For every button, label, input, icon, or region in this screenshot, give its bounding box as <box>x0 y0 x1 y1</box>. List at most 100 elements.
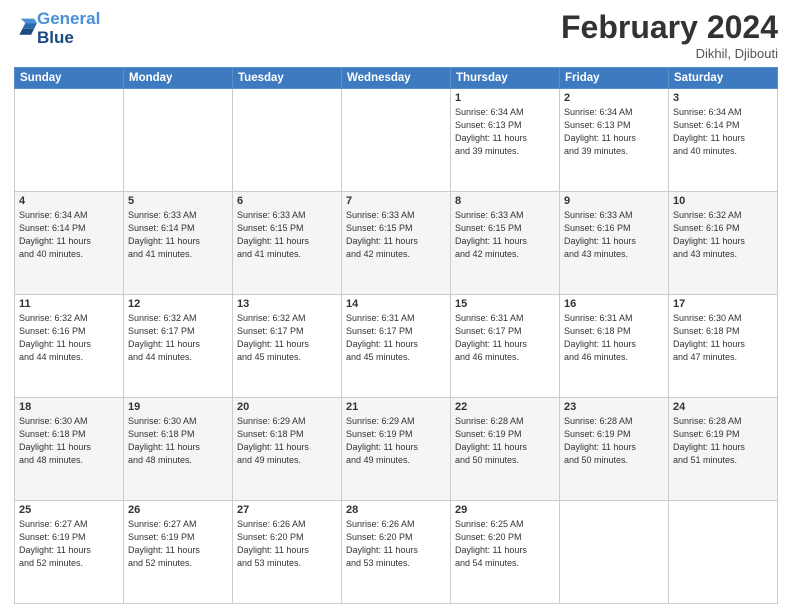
calendar-cell: 3Sunrise: 6:34 AMSunset: 6:14 PMDaylight… <box>669 89 778 192</box>
weekday-header-thursday: Thursday <box>451 68 560 89</box>
day-number: 19 <box>128 401 228 413</box>
day-info: Sunrise: 6:28 AMSunset: 6:19 PMDaylight:… <box>564 415 664 467</box>
calendar-cell: 14 Sunrise: 6:31 AMSunset: 6:17 PMDayligh… <box>342 295 451 398</box>
calendar-cell: 19 Sunrise: 6:30 AMSunset: 6:18 PMDayligh… <box>124 398 233 501</box>
day-info: Sunrise: 6:31 AMSunset: 6:18 PMDaylight:… <box>564 312 664 364</box>
day-info: Sunrise: 6:28 AMSunset: 6:19 PMDaylight:… <box>455 415 555 467</box>
logo-text: GeneralBlue <box>37 10 100 47</box>
day-info: Sunrise: 6:32 AMSunset: 6:17 PMDaylight:… <box>237 312 337 364</box>
day-number: 5 <box>128 195 228 207</box>
calendar-cell: 20 Sunrise: 6:29 AMSunset: 6:18 PMDayligh… <box>233 398 342 501</box>
calendar-cell: 5 Sunrise: 6:33 AMSunset: 6:14 PMDaylight… <box>124 192 233 295</box>
calendar-subtitle: Dikhil, Djibouti <box>561 46 778 61</box>
day-number: 26 <box>128 504 228 516</box>
calendar-cell: 8Sunrise: 6:33 AMSunset: 6:15 PMDaylight… <box>451 192 560 295</box>
day-info: Sunrise: 6:34 AMSunset: 6:13 PMDaylight:… <box>455 106 555 158</box>
day-info: Sunrise: 6:26 AMSunset: 6:20 PMDaylight:… <box>346 518 446 570</box>
calendar-cell: 28 Sunrise: 6:26 AMSunset: 6:20 PMDayligh… <box>342 501 451 604</box>
day-number: 15 <box>455 298 555 310</box>
day-info: Sunrise: 6:32 AMSunset: 6:17 PMDaylight:… <box>128 312 228 364</box>
calendar-cell: 23 Sunrise: 6:28 AMSunset: 6:19 PMDayligh… <box>560 398 669 501</box>
logo: GeneralBlue <box>14 10 100 47</box>
weekday-header-friday: Friday <box>560 68 669 89</box>
day-info: Sunrise: 6:27 AMSunset: 6:19 PMDaylight:… <box>19 518 119 570</box>
calendar-cell: 15 Sunrise: 6:31 AMSunset: 6:17 PMDayligh… <box>451 295 560 398</box>
header: GeneralBlue February 2024 Dikhil, Djibou… <box>14 10 778 61</box>
day-info: Sunrise: 6:30 AMSunset: 6:18 PMDaylight:… <box>673 312 773 364</box>
day-info: Sunrise: 6:31 AMSunset: 6:17 PMDaylight:… <box>346 312 446 364</box>
calendar-cell: 26 Sunrise: 6:27 AMSunset: 6:19 PMDayligh… <box>124 501 233 604</box>
day-number: 7 <box>346 195 446 207</box>
calendar-cell: 7 Sunrise: 6:33 AMSunset: 6:15 PMDaylight… <box>342 192 451 295</box>
day-number: 10 <box>673 195 773 207</box>
logo-icon <box>15 15 37 37</box>
day-number: 23 <box>564 401 664 413</box>
day-info: Sunrise: 6:27 AMSunset: 6:19 PMDaylight:… <box>128 518 228 570</box>
day-info: Sunrise: 6:34 AMSunset: 6:13 PMDaylight:… <box>564 106 664 158</box>
calendar-cell: 21Sunrise: 6:29 AMSunset: 6:19 PMDayligh… <box>342 398 451 501</box>
day-number: 22 <box>455 401 555 413</box>
day-number: 3 <box>673 92 773 104</box>
weekday-header-sunday: Sunday <box>15 68 124 89</box>
day-number: 1 <box>455 92 555 104</box>
day-number: 27 <box>237 504 337 516</box>
calendar-cell: 22 Sunrise: 6:28 AMSunset: 6:19 PMDayligh… <box>451 398 560 501</box>
day-number: 14 <box>346 298 446 310</box>
day-info: Sunrise: 6:25 AMSunset: 6:20 PMDaylight:… <box>455 518 555 570</box>
page: GeneralBlue February 2024 Dikhil, Djibou… <box>0 0 792 612</box>
day-info: Sunrise: 6:28 AMSunset: 6:19 PMDaylight:… <box>673 415 773 467</box>
day-number: 16 <box>564 298 664 310</box>
calendar-cell: 16 Sunrise: 6:31 AMSunset: 6:18 PMDayligh… <box>560 295 669 398</box>
calendar-cell: 11Sunrise: 6:32 AMSunset: 6:16 PMDayligh… <box>15 295 124 398</box>
calendar-cell: 25Sunrise: 6:27 AMSunset: 6:19 PMDayligh… <box>15 501 124 604</box>
calendar-cell: 12 Sunrise: 6:32 AMSunset: 6:17 PMDayligh… <box>124 295 233 398</box>
day-info: Sunrise: 6:29 AMSunset: 6:18 PMDaylight:… <box>237 415 337 467</box>
day-info: Sunrise: 6:33 AMSunset: 6:15 PMDaylight:… <box>346 209 446 261</box>
week-row-3: 11Sunrise: 6:32 AMSunset: 6:16 PMDayligh… <box>15 295 778 398</box>
calendar-cell <box>560 501 669 604</box>
day-info: Sunrise: 6:29 AMSunset: 6:19 PMDaylight:… <box>346 415 446 467</box>
day-number: 9 <box>564 195 664 207</box>
calendar-title: February 2024 <box>561 10 778 45</box>
day-number: 13 <box>237 298 337 310</box>
calendar-cell <box>342 89 451 192</box>
week-row-5: 25Sunrise: 6:27 AMSunset: 6:19 PMDayligh… <box>15 501 778 604</box>
calendar-table: SundayMondayTuesdayWednesdayThursdayFrid… <box>14 67 778 604</box>
day-number: 11 <box>19 298 119 310</box>
calendar-cell <box>124 89 233 192</box>
calendar-cell: 9 Sunrise: 6:33 AMSunset: 6:16 PMDaylight… <box>560 192 669 295</box>
weekday-header-tuesday: Tuesday <box>233 68 342 89</box>
day-number: 24 <box>673 401 773 413</box>
weekday-header-monday: Monday <box>124 68 233 89</box>
calendar-cell: 27 Sunrise: 6:26 AMSunset: 6:20 PMDayligh… <box>233 501 342 604</box>
calendar-cell: 29 Sunrise: 6:25 AMSunset: 6:20 PMDayligh… <box>451 501 560 604</box>
day-number: 20 <box>237 401 337 413</box>
week-row-2: 4 Sunrise: 6:34 AMSunset: 6:14 PMDaylight… <box>15 192 778 295</box>
day-info: Sunrise: 6:31 AMSunset: 6:17 PMDaylight:… <box>455 312 555 364</box>
day-info: Sunrise: 6:34 AMSunset: 6:14 PMDaylight:… <box>19 209 119 261</box>
day-number: 18 <box>19 401 119 413</box>
calendar-cell: 17Sunrise: 6:30 AMSunset: 6:18 PMDayligh… <box>669 295 778 398</box>
day-info: Sunrise: 6:33 AMSunset: 6:16 PMDaylight:… <box>564 209 664 261</box>
day-number: 12 <box>128 298 228 310</box>
calendar-cell: 18 Sunrise: 6:30 AMSunset: 6:18 PMDayligh… <box>15 398 124 501</box>
day-info: Sunrise: 6:30 AMSunset: 6:18 PMDaylight:… <box>128 415 228 467</box>
weekday-header-row: SundayMondayTuesdayWednesdayThursdayFrid… <box>15 68 778 89</box>
day-number: 4 <box>19 195 119 207</box>
day-info: Sunrise: 6:26 AMSunset: 6:20 PMDaylight:… <box>237 518 337 570</box>
calendar-cell: 10 Sunrise: 6:32 AMSunset: 6:16 PMDayligh… <box>669 192 778 295</box>
day-number: 28 <box>346 504 446 516</box>
day-info: Sunrise: 6:32 AMSunset: 6:16 PMDaylight:… <box>673 209 773 261</box>
calendar-cell: 1 Sunrise: 6:34 AMSunset: 6:13 PMDaylight… <box>451 89 560 192</box>
calendar-cell <box>233 89 342 192</box>
calendar-cell: 2 Sunrise: 6:34 AMSunset: 6:13 PMDaylight… <box>560 89 669 192</box>
day-number: 29 <box>455 504 555 516</box>
calendar-cell: 4 Sunrise: 6:34 AMSunset: 6:14 PMDaylight… <box>15 192 124 295</box>
calendar-cell: 6Sunrise: 6:33 AMSunset: 6:15 PMDaylight… <box>233 192 342 295</box>
calendar-cell <box>669 501 778 604</box>
day-info: Sunrise: 6:30 AMSunset: 6:18 PMDaylight:… <box>19 415 119 467</box>
title-block: February 2024 Dikhil, Djibouti <box>561 10 778 61</box>
weekday-header-wednesday: Wednesday <box>342 68 451 89</box>
day-number: 2 <box>564 92 664 104</box>
day-info: Sunrise: 6:33 AMSunset: 6:14 PMDaylight:… <box>128 209 228 261</box>
